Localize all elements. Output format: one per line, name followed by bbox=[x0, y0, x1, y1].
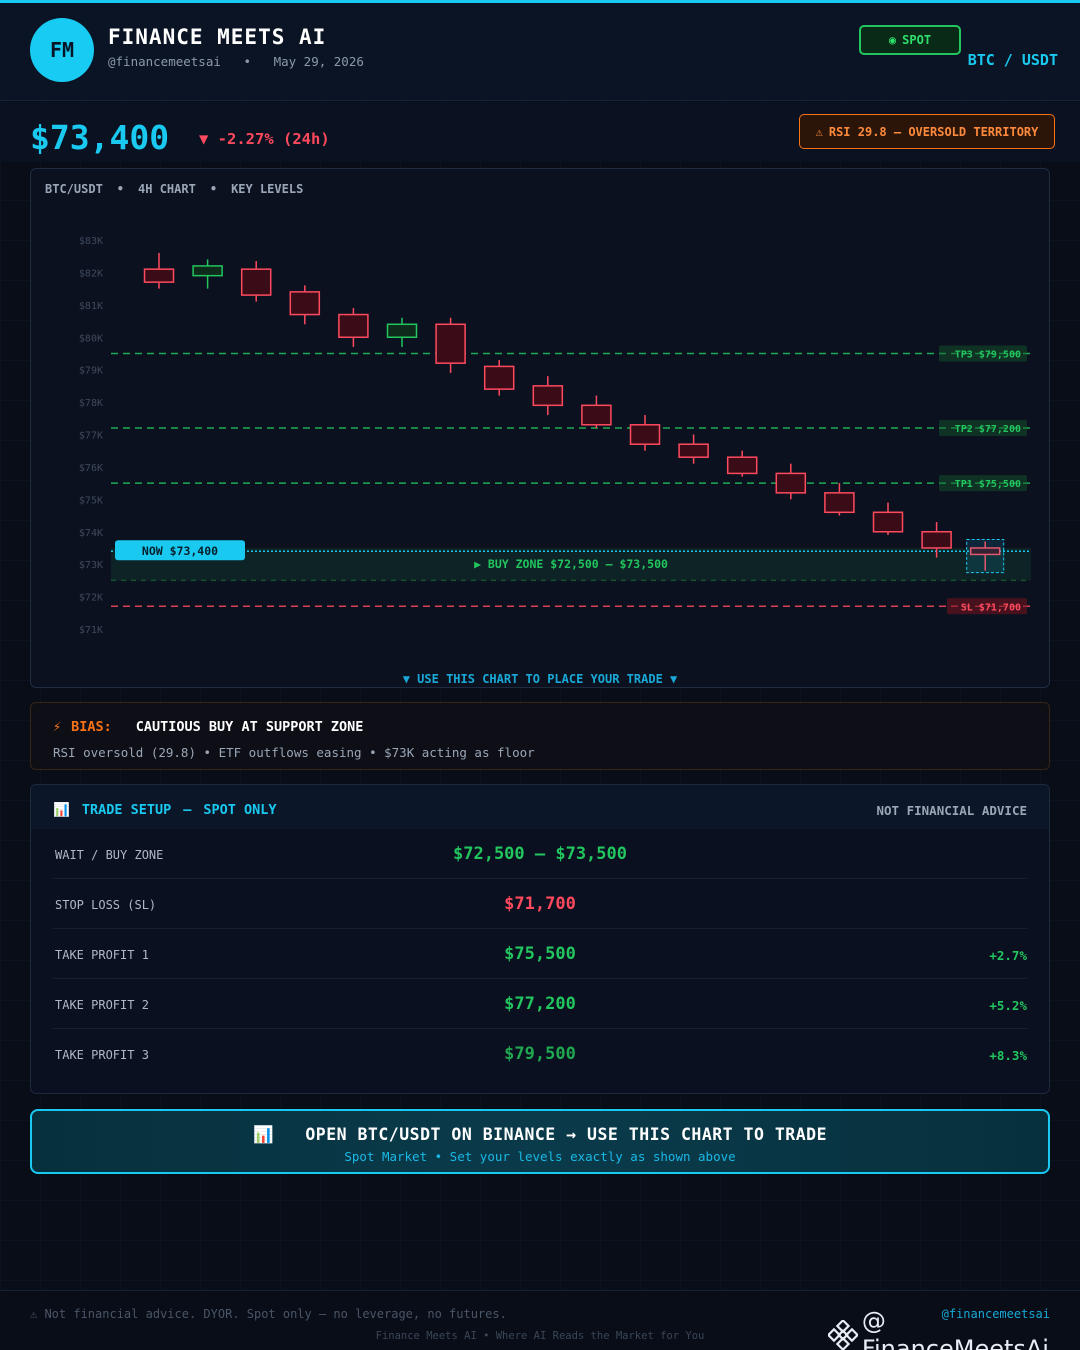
separator: • bbox=[243, 54, 251, 69]
now-price-label: NOW $73,400 bbox=[142, 544, 218, 558]
candle-body bbox=[726, 456, 758, 475]
brand-title: FINANCE MEETS AI bbox=[108, 25, 327, 49]
logo-avatar: FM bbox=[30, 18, 94, 82]
y-tick-label: $74K bbox=[79, 528, 103, 539]
candle-body bbox=[289, 291, 321, 316]
row-value: $79,500 bbox=[504, 1044, 576, 1064]
y-tick-label: $76K bbox=[79, 463, 103, 474]
setup-title-text: TRADE SETUP bbox=[81, 802, 172, 818]
trade-setup-header: 📊 TRADE SETUP — SPOT ONLY NOT FINANCIAL … bbox=[31, 785, 1049, 829]
y-tick-label: $71K bbox=[79, 625, 103, 636]
bias-text: CAUTIOUS BUY AT SUPPORT ZONE bbox=[135, 719, 364, 735]
candle-body bbox=[240, 268, 272, 296]
sl-level-label: SL $71,700 bbox=[961, 602, 1021, 613]
y-tick-label: $79K bbox=[79, 366, 103, 377]
chart-icon: 📊 bbox=[53, 802, 70, 818]
lightning-icon: ⚡ bbox=[53, 719, 62, 735]
price-row: $73,400 ▼ -2.27% (24h) ⚠ RSI 29.8 — OVER… bbox=[0, 102, 1080, 162]
row-value: $75,500 bbox=[504, 944, 576, 964]
binance-logo-icon bbox=[828, 1320, 858, 1350]
y-tick-label: $72K bbox=[79, 593, 103, 604]
candle-body bbox=[435, 323, 466, 364]
candle-body bbox=[629, 424, 661, 445]
trade-setup-title: 📊 TRADE SETUP — SPOT ONLY bbox=[53, 802, 277, 818]
warning-icon: ⚠ bbox=[815, 124, 823, 139]
y-tick-label: $73K bbox=[79, 560, 103, 571]
setup-dash: — bbox=[183, 802, 192, 818]
cta-main-label: OPEN BTC/USDT ON BINANCE → USE THIS CHAR… bbox=[305, 1125, 828, 1144]
rsi-alert-text: RSI 29.8 — OVERSOLD TERRITORY bbox=[828, 124, 1039, 139]
current-price: $73,400 bbox=[30, 118, 170, 157]
candle-body bbox=[581, 404, 612, 426]
bias-title: ⚡ BIAS: CAUTIOUS BUY AT SUPPORT ZONE bbox=[53, 719, 363, 735]
setup-disclaimer: NOT FINANCIAL ADVICE bbox=[876, 803, 1027, 818]
y-tick-label: $82K bbox=[79, 268, 103, 279]
tp3-level-label: TP3 $79,500 bbox=[955, 349, 1021, 360]
y-tick-label: $78K bbox=[79, 398, 103, 409]
candle-body bbox=[824, 492, 855, 514]
trade-setup-panel: 📊 TRADE SETUP — SPOT ONLY NOT FINANCIAL … bbox=[30, 784, 1050, 1094]
candle-body bbox=[532, 385, 564, 407]
y-tick-label: $83K bbox=[79, 236, 103, 247]
candle-body bbox=[678, 443, 709, 458]
y-tick-label: $75K bbox=[79, 495, 103, 506]
setup-row-stop-loss: STOP LOSS (SL) $71,700 bbox=[53, 879, 1027, 929]
candle-body bbox=[483, 365, 515, 390]
candle-body bbox=[143, 268, 175, 283]
row-value: $71,700 bbox=[504, 894, 576, 914]
current-candle-highlight bbox=[966, 538, 1005, 574]
candlestick-chart: $83K $82K $81K $80K $79K $78K $77K $76K $75K $74K… bbox=[79, 236, 1031, 636]
price-change: ▼ -2.27% (24h) bbox=[199, 130, 330, 148]
tp2-level-label: TP2 $77,200 bbox=[955, 424, 1021, 435]
row-value: $77,200 bbox=[504, 994, 576, 1014]
cta-main-text: 📊 OPEN BTC/USDT ON BINANCE → USE THIS CH… bbox=[32, 1125, 1048, 1145]
candle-body bbox=[921, 531, 952, 549]
buy-zone-label: ▶ BUY ZONE $72,500 – $73,500 bbox=[474, 557, 668, 571]
handle: @financemeetsai bbox=[108, 54, 221, 69]
dot-icon: ◉ bbox=[888, 33, 897, 47]
row-value: $72,500 – $73,500 bbox=[453, 844, 627, 864]
trade-setup-rows: WAIT / BUY ZONE $72,500 – $73,500 STOP L… bbox=[31, 829, 1049, 1079]
cta-sub-text: Spot Market • Set your levels exactly as… bbox=[344, 1149, 736, 1164]
chart-icon: 📊 bbox=[252, 1125, 275, 1144]
bias-label: BIAS: bbox=[71, 719, 112, 735]
setup-row-tp3: TAKE PROFIT 3 $79,500 +8.3% bbox=[53, 1029, 1027, 1079]
watermark: @ FinanceMeetsAi bbox=[828, 1307, 1080, 1350]
candle-body bbox=[338, 313, 369, 338]
row-percent: +2.7% bbox=[989, 948, 1027, 963]
y-tick-label: $81K bbox=[79, 301, 103, 312]
setup-row-buy-zone: WAIT / BUY ZONE $72,500 – $73,500 bbox=[53, 829, 1027, 879]
spot-badge-label: SPOT bbox=[902, 33, 932, 47]
bias-reasons: RSI oversold (29.8) • ETF outflows easin… bbox=[53, 745, 535, 760]
bias-panel: ⚡ BIAS: CAUTIOUS BUY AT SUPPORT ZONE RSI… bbox=[30, 702, 1050, 770]
setup-row-tp2: TAKE PROFIT 2 $77,200 +5.2% bbox=[53, 979, 1027, 1029]
candle-body bbox=[775, 472, 807, 494]
setup-subtitle: SPOT ONLY bbox=[203, 802, 277, 818]
row-percent: +8.3% bbox=[989, 1048, 1027, 1063]
y-tick-label: $77K bbox=[79, 431, 103, 442]
chart-panel: BTC/USDT • 4H CHART • KEY LEVELS $83K $82… bbox=[30, 168, 1050, 688]
chart-footer-hint: ▼ USE THIS CHART TO PLACE YOUR TRADE ▼ bbox=[402, 672, 678, 686]
header: FM FINANCE MEETS AI @financemeetsai • Ma… bbox=[0, 3, 1080, 101]
footer-disclaimer: ⚠ Not financial advice. DYOR. Spot only … bbox=[30, 1307, 507, 1321]
spot-badge: ◉ SPOT bbox=[859, 25, 961, 55]
watermark-text: @ FinanceMeetsAi bbox=[861, 1307, 1049, 1350]
candle-body bbox=[192, 265, 223, 277]
handle-date-line: @financemeetsai • May 29, 2026 bbox=[108, 54, 364, 69]
y-tick-label: $80K bbox=[79, 333, 103, 344]
tp1-level-label: TP1 $75,500 bbox=[955, 479, 1021, 490]
candle-body bbox=[386, 323, 418, 339]
rsi-alert-badge: ⚠ RSI 29.8 — OVERSOLD TERRITORY bbox=[799, 114, 1055, 149]
row-percent: +5.2% bbox=[989, 998, 1027, 1013]
cta-banner[interactable]: 📊 OPEN BTC/USDT ON BINANCE → USE THIS CH… bbox=[30, 1109, 1050, 1174]
candle-body bbox=[872, 511, 904, 533]
setup-row-tp1: TAKE PROFIT 1 $75,500 +2.7% bbox=[53, 929, 1027, 979]
post-date: May 29, 2026 bbox=[273, 54, 364, 69]
pair-label: BTC / USDT bbox=[967, 51, 1058, 69]
